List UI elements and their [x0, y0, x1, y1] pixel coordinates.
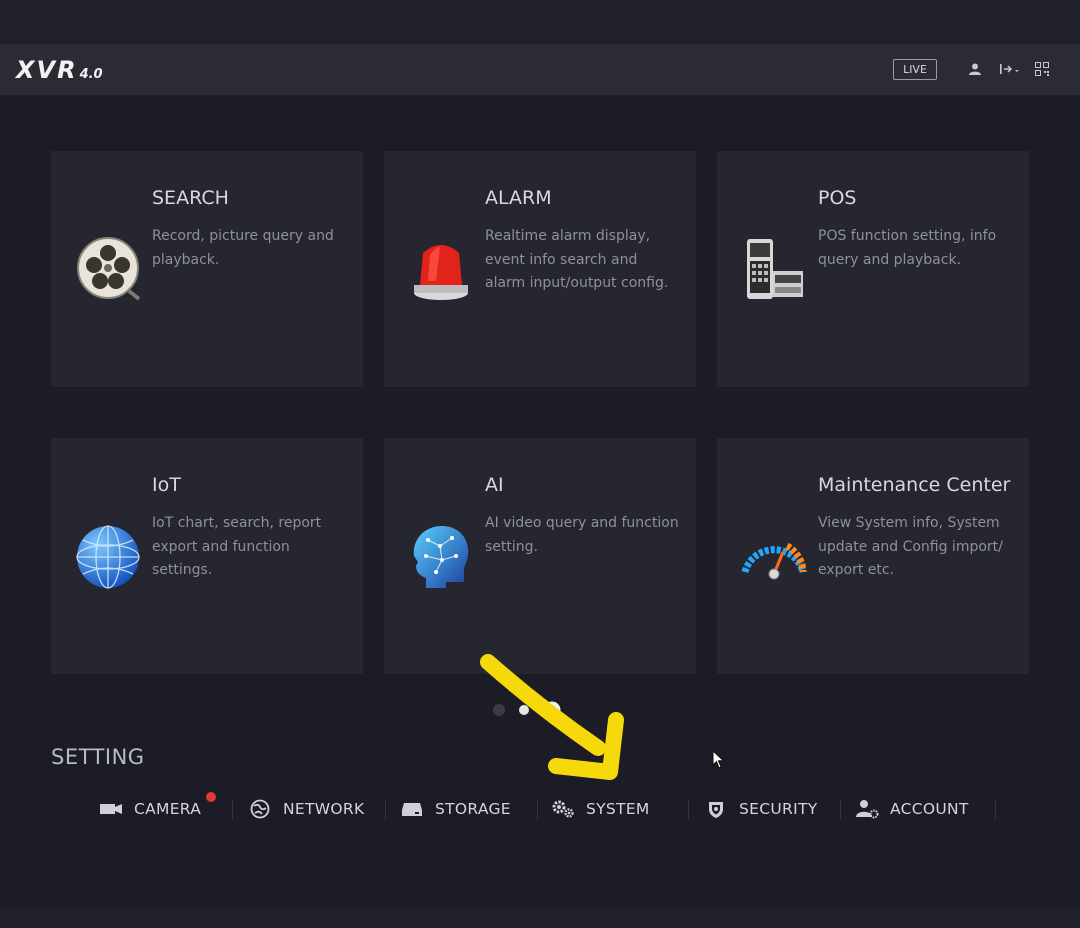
network-globe-icon [247, 799, 273, 819]
setting-network[interactable]: NETWORK [247, 790, 364, 828]
top-strip [0, 0, 1080, 44]
card-title: AI [485, 474, 504, 496]
setting-camera[interactable]: CAMERA [98, 790, 216, 828]
setting-label: STORAGE [435, 800, 511, 818]
setting-security[interactable]: SECURITY [703, 790, 817, 828]
mouse-cursor-icon [712, 750, 725, 769]
card-title: POS [818, 187, 857, 209]
gauge-icon [739, 522, 809, 592]
setting-system[interactable]: SYSTEM [550, 790, 650, 828]
logo-main-text: XVR [16, 56, 78, 84]
setting-storage[interactable]: STORAGE [399, 790, 511, 828]
bottom-strip [0, 908, 1080, 928]
gears-icon [550, 799, 576, 819]
card-search[interactable]: SEARCH Record, picture query and playbac… [51, 151, 363, 387]
separator [537, 800, 538, 820]
setting-label: ACCOUNT [890, 800, 969, 818]
card-title: Maintenance Center [818, 474, 1011, 496]
storage-drive-icon [399, 799, 425, 819]
card-title: SEARCH [152, 187, 229, 209]
user-icon[interactable] [966, 60, 984, 78]
logo-version-text: 4.0 [79, 67, 103, 82]
settings-bar: CAMERA NETWORK STORAGE SYSTEM SECURITY A [0, 790, 1080, 828]
card-description: Realtime alarm display, event info searc… [485, 228, 669, 291]
globe-icon [73, 522, 143, 592]
xvr-logo: XVR 4.0 [16, 56, 103, 84]
card-description: POS function setting, info query and pla… [818, 228, 997, 268]
card-title: IoT [152, 474, 181, 496]
annotation-arrow-icon [480, 654, 624, 780]
account-icon [854, 799, 880, 819]
separator [995, 800, 996, 820]
ai-head-icon [406, 522, 476, 592]
card-description: View System info, System update and Conf… [818, 515, 1003, 578]
setting-account[interactable]: ACCOUNT [854, 790, 969, 828]
film-reel-icon [73, 235, 143, 305]
setting-label: NETWORK [283, 800, 365, 818]
card-description: IoT chart, search, report export and fun… [152, 515, 322, 578]
card-alarm[interactable]: ALARM Realtime alarm display, event info… [384, 151, 696, 387]
setting-label: CAMERA [134, 800, 202, 818]
pos-terminal-icon [739, 235, 809, 305]
header-bar: XVR 4.0 LIVE [0, 44, 1080, 95]
card-maintenance-center[interactable]: Maintenance Center View System info, Sys… [717, 438, 1029, 674]
setting-section-title: SETTING [51, 745, 145, 769]
separator [688, 800, 689, 820]
separator [385, 800, 386, 820]
separator [232, 800, 233, 820]
camera-alert-badge [206, 792, 216, 802]
card-pos[interactable]: POS POS function setting, info query and… [717, 151, 1029, 387]
alarm-light-icon [406, 235, 476, 305]
camera-icon [98, 799, 124, 819]
live-button[interactable]: LIVE [893, 59, 937, 80]
card-title: ALARM [485, 187, 552, 209]
qr-code-icon[interactable] [1033, 60, 1051, 78]
card-description: AI video query and function setting. [485, 515, 679, 555]
setting-label: SYSTEM [586, 800, 650, 818]
setting-label: SECURITY [739, 800, 818, 818]
shield-icon [703, 799, 729, 819]
logout-icon[interactable] [998, 60, 1024, 78]
separator [840, 800, 841, 820]
card-ai[interactable]: AI AI video query and function setting. [384, 438, 696, 674]
card-iot[interactable]: IoT IoT chart, search, report export and… [51, 438, 363, 674]
card-description: Record, picture query and playback. [152, 228, 334, 268]
